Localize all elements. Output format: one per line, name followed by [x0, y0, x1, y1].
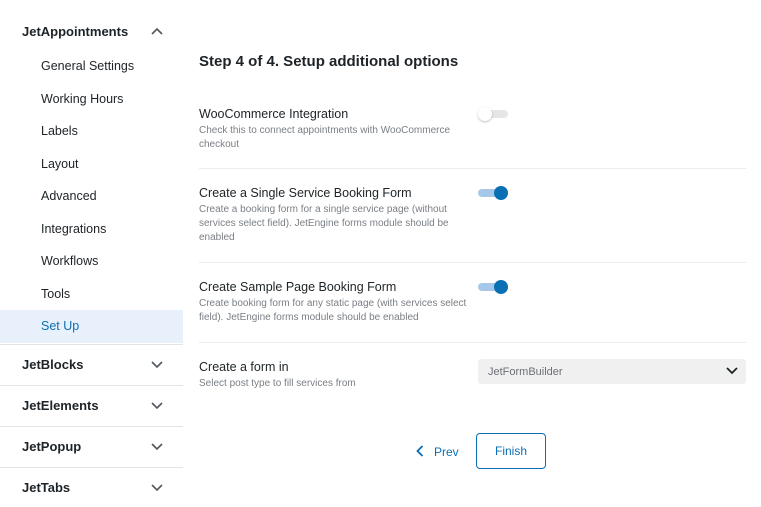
option-description: Create a booking form for a single servi… [199, 204, 449, 243]
sidebar-submenu: General Settings Working Hours Labels La… [0, 50, 183, 343]
sidebar-item-advanced[interactable]: Advanced [0, 180, 183, 213]
page-title: Step 4 of 4. Setup additional options [199, 53, 459, 70]
sidebar-group-label: JetPopup [22, 439, 82, 454]
sidebar-group-jetpopup[interactable]: JetPopup [0, 426, 183, 466]
chevron-down-icon [726, 366, 738, 378]
option-description: Create booking form for any static page … [199, 298, 467, 323]
sidebar: JetAppointments General Settings Working… [0, 0, 183, 501]
sidebar-group-label: JetElements [22, 398, 99, 413]
prev-button[interactable]: Prev [416, 443, 459, 461]
finish-button[interactable]: Finish [476, 433, 546, 469]
option-woocommerce-integration: WooCommerce Integration Check this to co… [199, 106, 746, 169]
prev-label: Prev [434, 445, 459, 459]
chevron-down-icon [151, 400, 163, 412]
sidebar-group-label: JetTabs [22, 480, 71, 495]
sidebar-item-labels[interactable]: Labels [0, 115, 183, 148]
option-description: Select post type to fill services from [199, 378, 356, 389]
main-content: Step 4 of 4. Setup additional options Wo… [199, 0, 746, 501]
toggle-knob [478, 107, 492, 121]
option-sample-page-booking-form: Create Sample Page Booking Form Create b… [199, 279, 746, 343]
sidebar-item-tools[interactable]: Tools [0, 278, 183, 311]
sidebar-item-layout[interactable]: Layout [0, 148, 183, 181]
sidebar-group-jetblocks[interactable]: JetBlocks [0, 344, 183, 384]
chevron-up-icon [151, 25, 163, 37]
option-description: Check this to connect appointments with … [199, 125, 451, 150]
sidebar-item-working-hours[interactable]: Working Hours [0, 83, 183, 116]
form-builder-select[interactable]: JetFormBuilder [478, 359, 746, 384]
option-single-service-booking-form: Create a Single Service Booking Form Cre… [199, 185, 746, 263]
chevron-left-icon [416, 444, 424, 460]
chevron-down-icon [151, 482, 163, 494]
finish-label: Finish [494, 444, 527, 458]
sidebar-group-jetelements[interactable]: JetElements [0, 385, 183, 425]
sidebar-item-general-settings[interactable]: General Settings [0, 50, 183, 83]
sidebar-group-label: JetAppointments [22, 23, 129, 39]
option-label: WooCommerce Integration [199, 107, 349, 121]
toggle-knob [494, 186, 508, 200]
sidebar-item-integrations[interactable]: Integrations [0, 213, 183, 246]
sidebar-group-jettabs[interactable]: JetTabs [0, 467, 183, 507]
chevron-down-icon [151, 359, 163, 371]
sample-page-form-toggle[interactable] [478, 280, 508, 294]
sidebar-group-jetappointments[interactable]: JetAppointments [0, 11, 183, 51]
toggle-knob [494, 280, 508, 294]
option-create-form-in: Create a form in Select post type to fil… [199, 359, 746, 399]
select-value: JetFormBuilder [488, 365, 563, 378]
sidebar-item-set-up[interactable]: Set Up [0, 310, 183, 343]
chevron-down-icon [151, 441, 163, 453]
sidebar-item-workflows[interactable]: Workflows [0, 245, 183, 278]
woocommerce-toggle[interactable] [478, 107, 508, 121]
option-label: Create a Single Service Booking Form [199, 186, 412, 200]
single-service-form-toggle[interactable] [478, 186, 508, 200]
sidebar-group-label: JetBlocks [22, 357, 84, 372]
option-label: Create Sample Page Booking Form [199, 280, 397, 294]
